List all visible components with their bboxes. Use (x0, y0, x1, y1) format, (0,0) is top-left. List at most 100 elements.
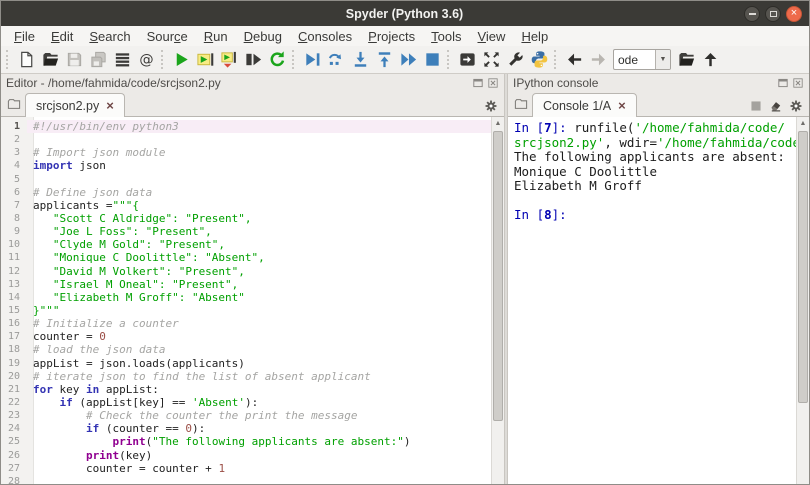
code-line[interactable]: 26 print(key) (1, 449, 491, 462)
menu-debug[interactable]: Debug (236, 28, 290, 45)
menu-view[interactable]: View (469, 28, 513, 45)
run-selection-icon[interactable] (241, 48, 265, 72)
parent-directory-icon[interactable] (698, 48, 722, 72)
editor-options-gear-icon[interactable] (484, 99, 498, 113)
step-over-icon[interactable] (324, 48, 348, 72)
step-into-icon[interactable] (348, 48, 372, 72)
preferences-icon[interactable] (503, 48, 527, 72)
console-tab[interactable]: Console 1/A × (532, 93, 637, 117)
code-line[interactable]: 3 # Import json module (1, 146, 491, 159)
console-options-gear-icon[interactable] (789, 99, 803, 113)
rerun-last-script-icon[interactable] (265, 48, 289, 72)
code-line[interactable]: 18 # load the json data (1, 343, 491, 356)
editor-tab[interactable]: srcjson2.py × (25, 93, 125, 117)
step-return-icon[interactable] (372, 48, 396, 72)
open-ipython-console-icon[interactable] (455, 48, 479, 72)
code-line[interactable]: 5 (1, 173, 491, 186)
line-number: 24 (7, 423, 20, 435)
console-browse-tabs-icon[interactable] (510, 93, 532, 115)
menu-projects[interactable]: Projects (360, 28, 423, 45)
spyder-window: Spyder (Python 3.6) × File Edit Search Sour… (0, 0, 810, 485)
working-directory-value: ode (618, 52, 639, 67)
editor-scrollbar-thumb[interactable] (493, 131, 503, 421)
code-text: applicants ="""{ (33, 198, 139, 212)
code-line[interactable]: 8 "Scott C Aldridge": "Present", (1, 212, 491, 225)
menu-run[interactable]: Run (196, 28, 236, 45)
console-close-pane-icon[interactable] (792, 77, 804, 89)
line-number: 19 (7, 357, 20, 369)
file-switcher-icon[interactable] (110, 48, 134, 72)
continue-execution-icon[interactable] (396, 48, 420, 72)
editor-scrollbar[interactable]: ▲ (491, 117, 504, 484)
console-undock-icon[interactable] (777, 77, 789, 89)
code-line[interactable]: 19 appList = json.loads(applicants) (1, 357, 491, 370)
menu-file[interactable]: File (6, 28, 43, 45)
code-line[interactable]: 1 #!/usr/bin/env python3 (1, 120, 491, 134)
code-line[interactable]: 24 if (counter == 0): (1, 422, 491, 435)
find-symbols-icon[interactable]: @ (134, 48, 158, 72)
stop-debugging-icon[interactable] (420, 48, 444, 72)
back-icon[interactable] (562, 48, 586, 72)
menu-edit[interactable]: Edit (43, 28, 81, 45)
code-line[interactable]: 12 "David M Volkert": "Present", (1, 265, 491, 278)
code-line[interactable]: 11 "Monique C Doolittle": "Absent", (1, 251, 491, 264)
open-file-icon[interactable] (38, 48, 62, 72)
run-file-icon[interactable] (169, 48, 193, 72)
code-line[interactable]: 13 "Israel M Oneal": "Present", (1, 278, 491, 291)
menu-help[interactable]: Help (513, 28, 556, 45)
code-editor[interactable]: 1 #!/usr/bin/env python3 2 3 # Import json m… (1, 117, 491, 484)
console-scroll-up-icon[interactable]: ▲ (797, 117, 809, 130)
code-line[interactable]: 10 "Clyde M Gold": "Present", (1, 238, 491, 251)
toolbar-separator (161, 50, 165, 69)
console-tab-close-icon[interactable]: × (618, 99, 626, 112)
editor-tab-close-icon[interactable]: × (106, 99, 114, 112)
editor-undock-icon[interactable] (472, 77, 484, 89)
working-directory-combo[interactable]: ode ▼ (613, 49, 671, 70)
browse-working-directory-icon[interactable] (674, 48, 698, 72)
console-scrollbar-thumb[interactable] (798, 131, 808, 403)
code-line[interactable]: 16 # Initialize a counter (1, 317, 491, 330)
code-line[interactable]: 17 counter = 0 (1, 330, 491, 343)
code-line[interactable]: 27 counter = counter + 1 (1, 462, 491, 475)
editor-browse-tabs-icon[interactable] (3, 93, 25, 115)
code-line[interactable]: 22 if (appList[key] == 'Absent'): (1, 396, 491, 409)
console-scrollbar[interactable]: ▲ (796, 117, 809, 484)
code-line[interactable]: 9 "Joe L Foss": "Present", (1, 225, 491, 238)
code-line[interactable]: 14 "Elizabeth M Groff": "Absent" (1, 291, 491, 304)
ipython-console[interactable]: In [7]: runfile('/home/fahmida/code/srcj… (508, 117, 796, 484)
clear-console-icon[interactable] (769, 99, 783, 113)
code-line[interactable]: 15}""" (1, 304, 491, 317)
code-text: print(key) (85, 448, 153, 462)
code-line[interactable]: 28 (1, 475, 491, 484)
editor-content: 1 #!/usr/bin/env python3 2 3 # Import json m… (1, 117, 504, 484)
code-line[interactable]: 7 applicants ="""{ (1, 199, 491, 212)
combo-dropdown-icon[interactable]: ▼ (655, 50, 670, 69)
run-cell-icon[interactable] (193, 48, 217, 72)
code-line[interactable]: 23 # Check the counter the print the mes… (1, 409, 491, 422)
console-tabbar: Console 1/A × (508, 91, 809, 117)
menu-source[interactable]: Source (139, 28, 196, 45)
maximize-pane-icon[interactable] (479, 48, 503, 72)
new-file-icon[interactable] (14, 48, 38, 72)
minimize-button[interactable] (744, 5, 760, 22)
editor-close-pane-icon[interactable] (487, 77, 499, 89)
code-line[interactable]: 4 import json (1, 159, 491, 172)
line-number: 9 (13, 226, 20, 238)
window-title: Spyder (Python 3.6) (345, 6, 464, 21)
debug-file-icon[interactable] (300, 48, 324, 72)
editor-scroll-up-icon[interactable]: ▲ (492, 117, 504, 130)
menu-tools[interactable]: Tools (423, 28, 469, 45)
run-cell-advance-icon[interactable] (217, 48, 241, 72)
python-path-manager-icon[interactable] (527, 48, 551, 72)
code-line[interactable]: 20 # iterate json to find the list of abs… (1, 370, 491, 383)
code-line[interactable]: 25 print("The following applicants are a… (1, 435, 491, 448)
menu-search[interactable]: Search (81, 28, 138, 45)
titlebar[interactable]: Spyder (Python 3.6) × (1, 1, 809, 26)
code-line[interactable]: 2 (1, 133, 491, 146)
maximize-button[interactable] (765, 5, 781, 22)
interrupt-kernel-icon[interactable] (749, 99, 763, 113)
code-line[interactable]: 21 for key in appList: (1, 383, 491, 396)
code-line[interactable]: 6 # Define json data (1, 186, 491, 199)
close-button[interactable]: × (786, 5, 802, 22)
menu-consoles[interactable]: Consoles (290, 28, 360, 45)
